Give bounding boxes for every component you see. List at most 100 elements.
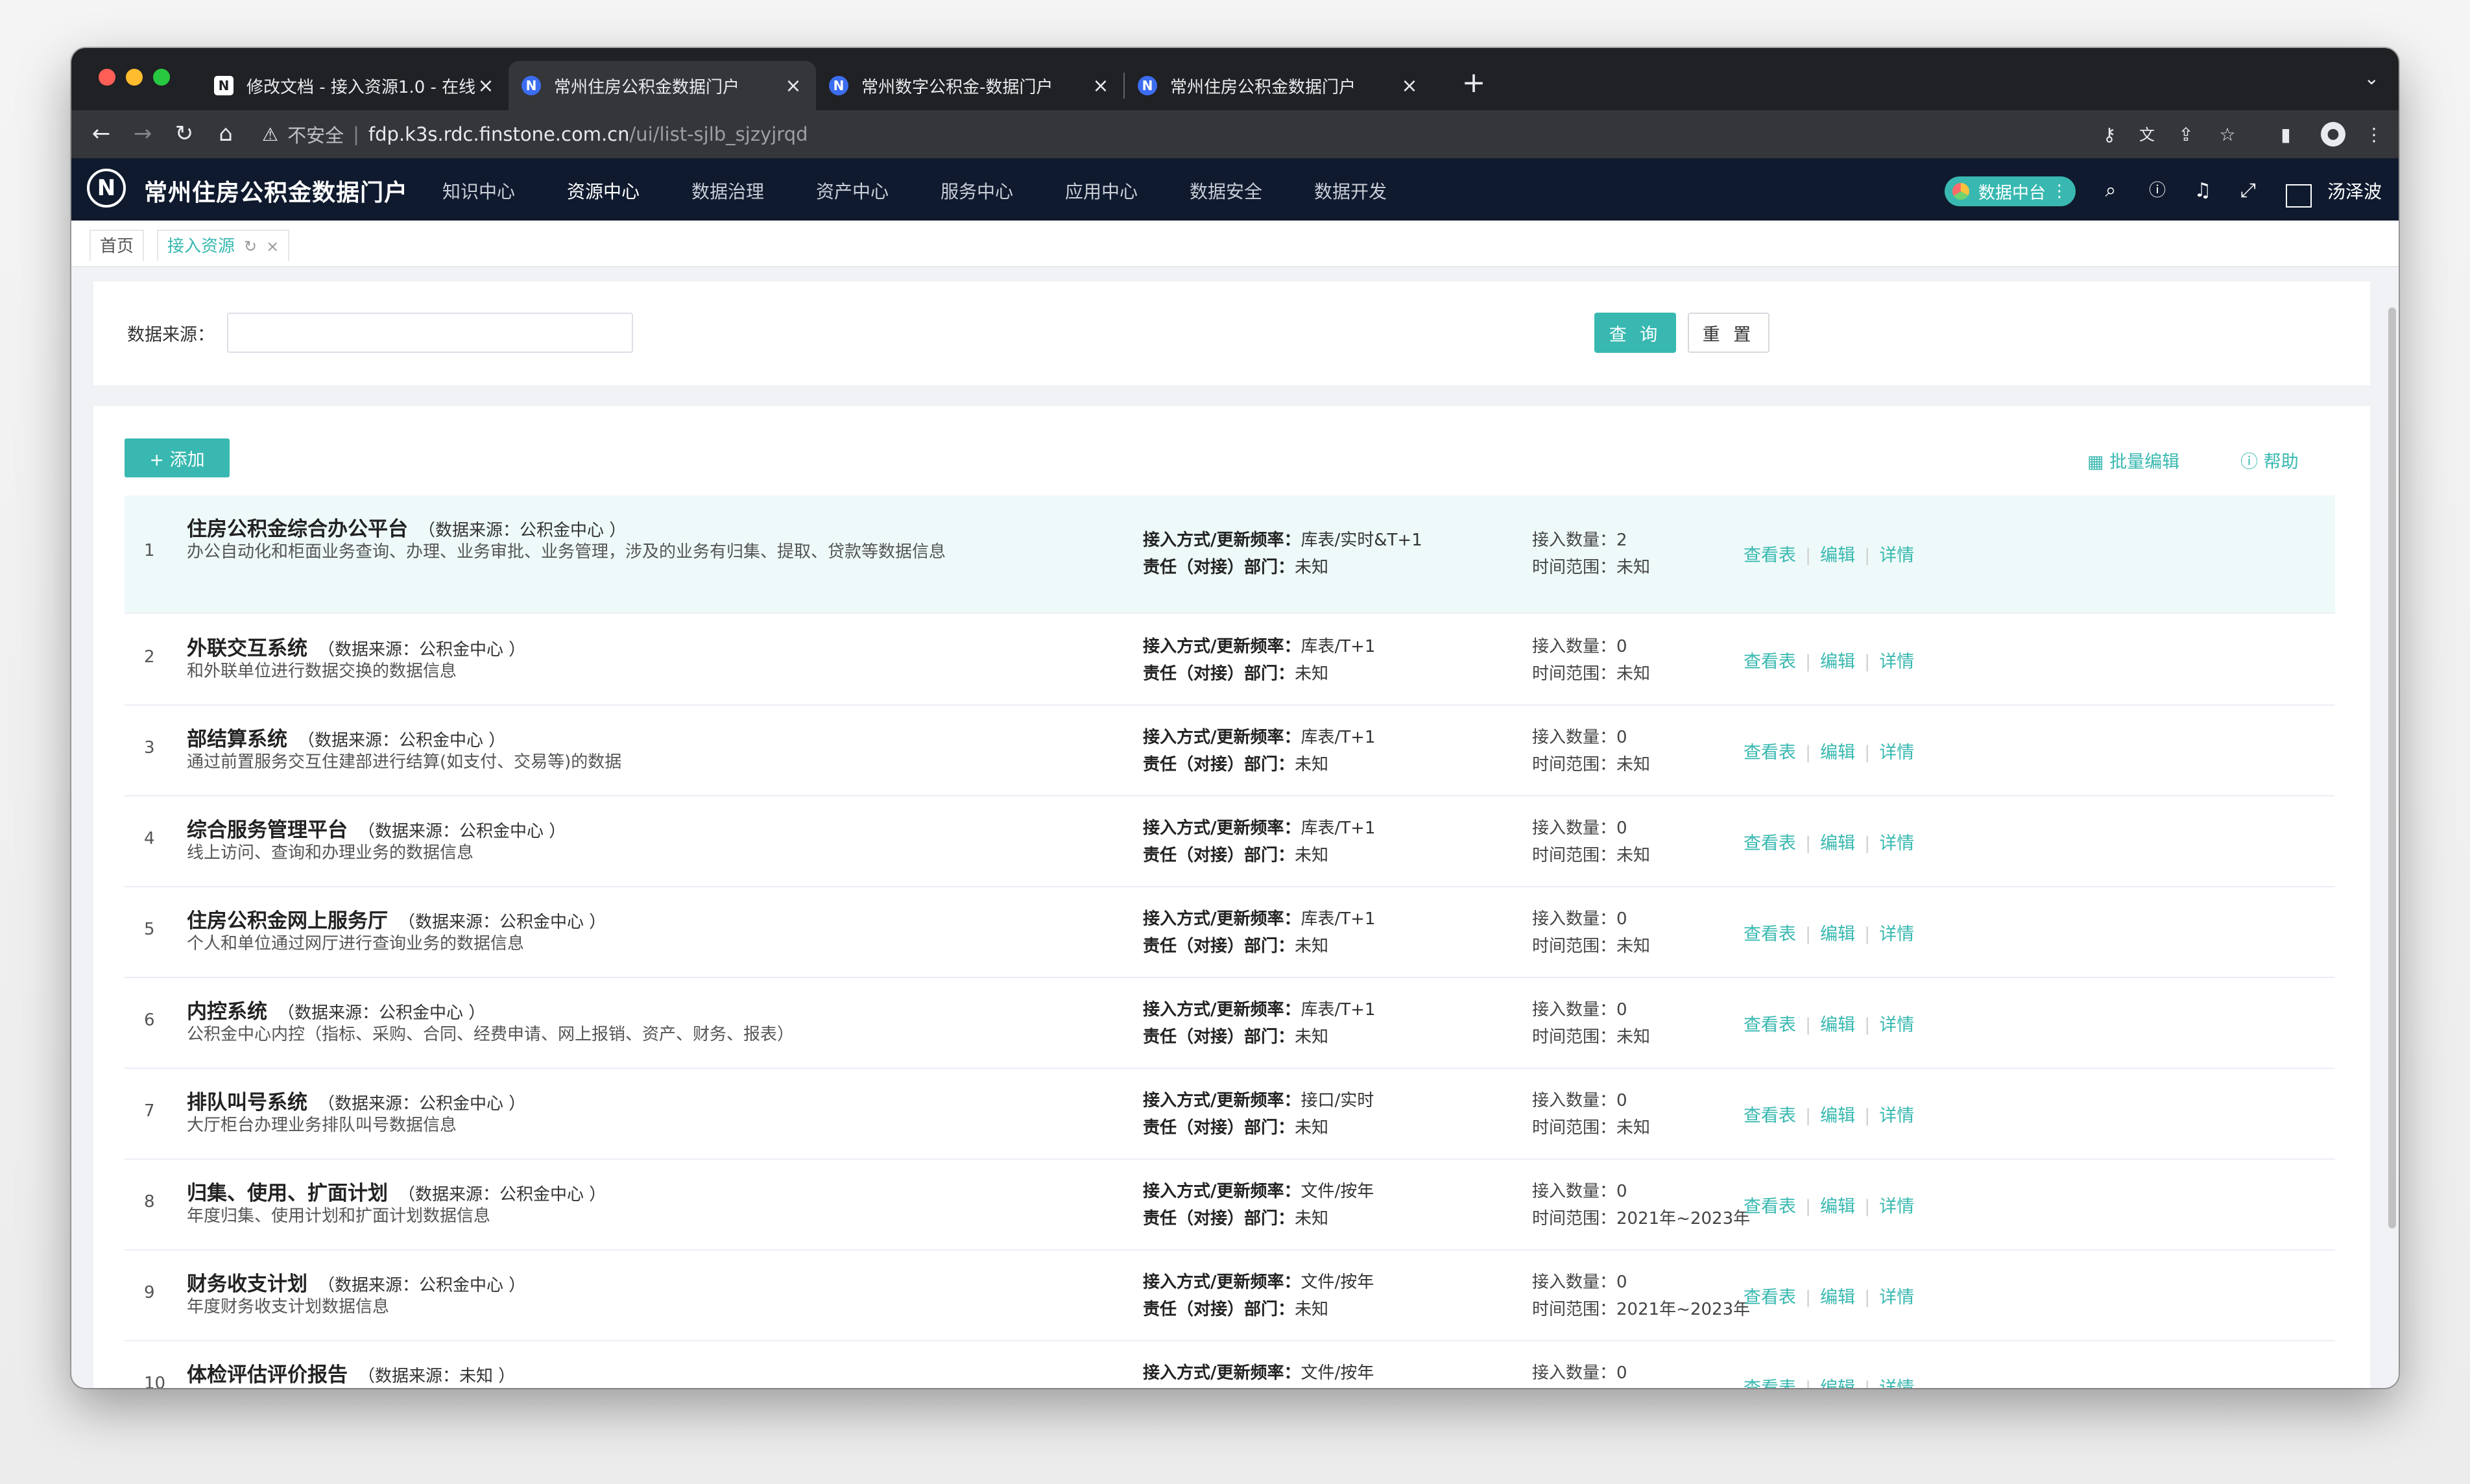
table-row[interactable]: 1 住房公积金综合办公平台 （数据来源：公积金中心 ） 办公自动化和柜面业务查询、办理… <box>125 496 2335 614</box>
view-table-link[interactable]: 查看表 <box>1744 1378 1796 1388</box>
edit-link[interactable]: 编辑 <box>1820 1197 1855 1217</box>
detail-link[interactable]: 详情 <box>1879 924 1914 944</box>
data-source-input[interactable] <box>227 313 633 353</box>
browser-tab-2[interactable]: N 常州住房公积金数据门户 × <box>509 61 816 110</box>
detail-link[interactable]: 详情 <box>1879 1106 1914 1126</box>
access-method-value: 文件/按年 <box>1301 1363 1374 1383</box>
edit-link[interactable]: 编辑 <box>1820 1287 1855 1308</box>
page-tab-home[interactable]: 首页 <box>90 230 145 261</box>
row-index: 9 <box>144 1283 155 1302</box>
table-row[interactable]: 8 归集、使用、扩面计划 （数据来源：公积金中心 ） 年度归集、使用计划和扩面计划数据… <box>125 1160 2335 1251</box>
fullscreen-icon[interactable]: ⤢ <box>2235 178 2261 204</box>
home-icon[interactable]: ⌂ <box>213 121 239 147</box>
table-row[interactable]: 10 体检评估评价报告 （数据来源：未知 ） 接入方式/更新频率：文件/按年责任（对接… <box>125 1341 2335 1388</box>
refresh-icon[interactable]: ↻ <box>244 237 257 256</box>
browser-menu-icon[interactable]: ⋮ <box>2361 122 2387 148</box>
bookmark-star-icon[interactable]: ☆ <box>2214 122 2240 148</box>
row-actions: 查看表 | 编辑 | 详情 <box>1744 920 1914 945</box>
profile-avatar-icon[interactable]: ● <box>2321 122 2345 147</box>
nav-asset-center[interactable]: 资产中心 <box>816 178 889 204</box>
table-row[interactable]: 2 外联交互系统 （数据来源：公积金中心 ） 和外联单位进行数据交换的数据信息 接入方式… <box>125 615 2335 706</box>
tab-search-chevron-icon[interactable]: ⌄ <box>2364 67 2379 89</box>
query-button[interactable]: 查 询 <box>1594 313 1676 353</box>
detail-link[interactable]: 详情 <box>1879 1378 1914 1388</box>
view-table-link[interactable]: 查看表 <box>1744 1287 1796 1308</box>
nav-data-development[interactable]: 数据开发 <box>1314 178 1387 204</box>
table-row[interactable]: 9 财务收支计划 （数据来源：公积金中心 ） 年度财务收支计划数据信息 接入方式/更新频… <box>125 1251 2335 1341</box>
nav-knowledge-center[interactable]: 知识中心 <box>442 178 515 204</box>
share-icon[interactable]: ⇪ <box>2173 122 2199 148</box>
nav-data-security[interactable]: 数据安全 <box>1190 178 1262 204</box>
view-table-link[interactable]: 查看表 <box>1744 1106 1796 1126</box>
user-avatar[interactable] <box>2286 184 2312 208</box>
key-icon[interactable]: ⚷ <box>2096 122 2122 148</box>
browser-tab-1[interactable]: N 修改文档 - 接入资源1.0 - 在线文 × <box>201 61 509 110</box>
detail-link[interactable]: 详情 <box>1879 1015 1914 1035</box>
edit-link[interactable]: 编辑 <box>1820 545 1855 566</box>
edit-link[interactable]: 编辑 <box>1820 1106 1855 1126</box>
translate-icon[interactable]: 文 <box>2134 122 2160 148</box>
edit-link[interactable]: 编辑 <box>1820 1015 1855 1035</box>
nav-data-governance[interactable]: 数据治理 <box>691 178 764 204</box>
detail-link[interactable]: 详情 <box>1879 652 1914 672</box>
forward-arrow-icon[interactable]: → <box>130 121 156 147</box>
detail-link[interactable]: 详情 <box>1879 545 1914 566</box>
close-tab-icon[interactable]: × <box>476 75 496 97</box>
page-scrollbar[interactable] <box>2388 307 2396 1228</box>
close-window-button[interactable] <box>99 69 115 86</box>
new-tab-button[interactable]: + <box>1454 64 1493 102</box>
minimize-window-button[interactable] <box>126 69 143 86</box>
close-tab-icon[interactable]: × <box>1400 75 1419 97</box>
table-row[interactable]: 5 住房公积金网上服务厅 （数据来源：公积金中心 ） 个人和单位通过网厅进行查询业务的… <box>125 887 2335 978</box>
edit-link[interactable]: 编辑 <box>1820 743 1855 763</box>
table-row[interactable]: 6 内控系统 （数据来源：公积金中心 ） 公积金中心内控（指标、采购、合同、经费申请、… <box>125 978 2335 1069</box>
close-tab-icon[interactable]: × <box>784 75 803 97</box>
view-table-link[interactable]: 查看表 <box>1744 833 1796 854</box>
detail-link[interactable]: 详情 <box>1879 743 1914 763</box>
bell-icon[interactable]: ♫ <box>2190 178 2216 204</box>
url-field[interactable]: ⚠ 不安全 | fdp.k3s.rdc.finstone.com.cn /ui/… <box>256 117 2201 152</box>
close-tab-icon[interactable]: × <box>1091 75 1110 97</box>
view-table-link[interactable]: 查看表 <box>1744 545 1796 566</box>
view-table-link[interactable]: 查看表 <box>1744 1015 1796 1035</box>
browser-tab-3[interactable]: N 常州数字公积金-数据门户 × <box>816 61 1123 110</box>
username[interactable]: 汤泽波 <box>2327 178 2382 204</box>
add-button[interactable]: + 添加 <box>125 438 230 477</box>
department-label: 责任（对接）部门： <box>1143 664 1295 684</box>
view-table-link[interactable]: 查看表 <box>1744 924 1796 944</box>
edit-link[interactable]: 编辑 <box>1820 924 1855 944</box>
edit-link[interactable]: 编辑 <box>1820 652 1855 672</box>
nav-service-center[interactable]: 服务中心 <box>941 178 1013 204</box>
browser-tab-4[interactable]: N 常州住房公积金数据门户 × <box>1125 61 1432 110</box>
nav-application-center[interactable]: 应用中心 <box>1065 178 1138 204</box>
row-index: 4 <box>144 829 155 848</box>
table-row[interactable]: 7 排队叫号系统 （数据来源：公积金中心 ） 大厅柜台办理业务排队叫号数据信息 接入方式… <box>125 1069 2335 1160</box>
zoom-window-button[interactable] <box>153 69 170 86</box>
help-link[interactable]: ⓘ 帮助 <box>2240 448 2299 473</box>
row-description: 个人和单位通过网厅进行查询业务的数据信息 <box>187 934 525 953</box>
back-arrow-icon[interactable]: ← <box>88 121 114 147</box>
nav-resource-center[interactable]: 资源中心 <box>567 178 640 204</box>
view-table-link[interactable]: 查看表 <box>1744 743 1796 763</box>
side-panel-icon[interactable]: ▮ <box>2273 122 2299 148</box>
access-method-value: 库表/T+1 <box>1301 909 1376 929</box>
batch-edit-link[interactable]: ▦ 批量编辑 <box>2087 448 2179 473</box>
detail-link[interactable]: 详情 <box>1879 1287 1914 1308</box>
access-count-value: 0 <box>1616 728 1627 747</box>
page-tab-access-resources[interactable]: 接入资源 ↻ × <box>157 230 290 261</box>
edit-link[interactable]: 编辑 <box>1820 1378 1855 1388</box>
search-icon[interactable]: ⌕ <box>2098 178 2124 204</box>
reset-button[interactable]: 重 置 <box>1688 313 1769 353</box>
detail-link[interactable]: 详情 <box>1879 833 1914 854</box>
view-table-link[interactable]: 查看表 <box>1744 652 1796 672</box>
close-icon[interactable]: × <box>266 237 279 256</box>
reload-icon[interactable]: ↻ <box>171 121 197 147</box>
view-table-link[interactable]: 查看表 <box>1744 1197 1796 1217</box>
portal-logo[interactable]: N <box>87 169 126 208</box>
table-row[interactable]: 3 部结算系统 （数据来源：公积金中心 ） 通过前置服务交互住建部进行结算(如支付、交… <box>125 706 2335 796</box>
edit-link[interactable]: 编辑 <box>1820 833 1855 854</box>
table-row[interactable]: 4 综合服务管理平台 （数据来源：公积金中心 ） 线上访问、查询和办理业务的数据信息 接… <box>125 796 2335 887</box>
data-platform-switch[interactable]: 数据中台 ⋮ <box>1945 176 2076 206</box>
detail-link[interactable]: 详情 <box>1879 1197 1914 1217</box>
help-circle-icon[interactable]: ⓘ <box>2144 178 2170 204</box>
